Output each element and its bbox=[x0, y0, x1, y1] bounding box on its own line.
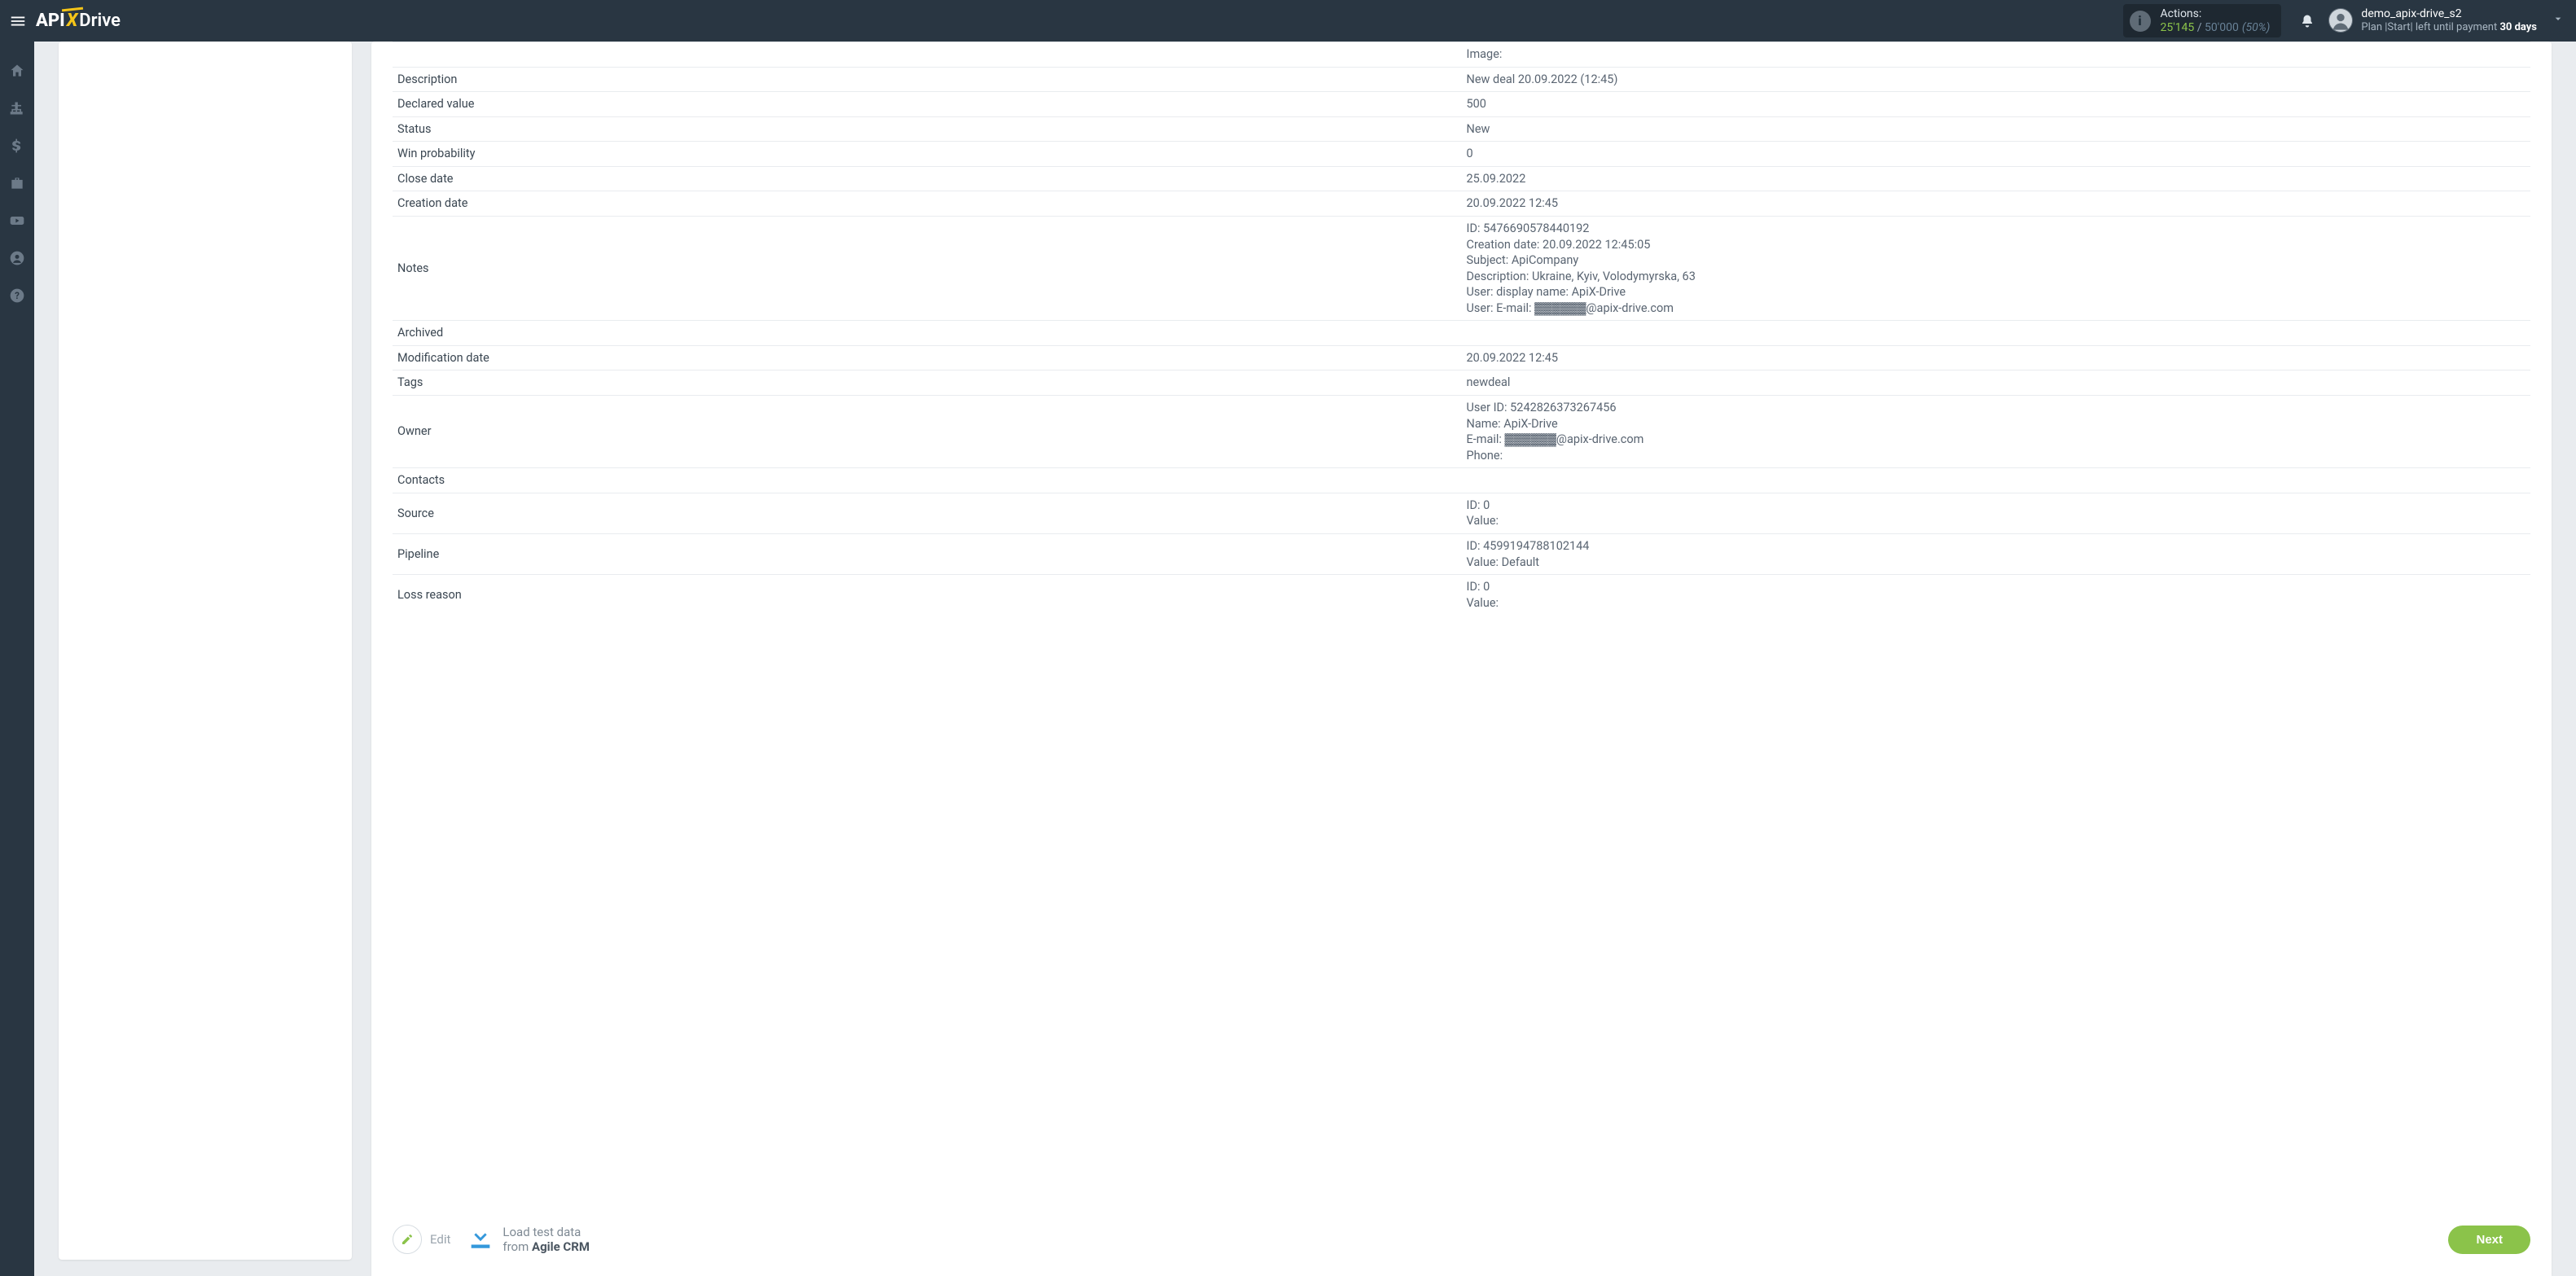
table-row: Image: bbox=[393, 42, 2530, 68]
svg-text:?: ? bbox=[15, 290, 20, 301]
row-key: Declared value bbox=[393, 92, 1462, 117]
main-panel: Image:DescriptionNew deal 20.09.2022 (12… bbox=[371, 42, 2552, 1276]
row-key: Status bbox=[393, 116, 1462, 142]
row-key: Close date bbox=[393, 166, 1462, 191]
logo-api: API bbox=[36, 11, 65, 31]
row-value: newdeal bbox=[1462, 371, 2531, 396]
row-key bbox=[393, 42, 1462, 68]
next-button[interactable]: Next bbox=[2448, 1226, 2530, 1254]
table-row: Tagsnewdeal bbox=[393, 371, 2530, 396]
actions-numbers: 25'145 / 50'000(50%) bbox=[2161, 21, 2271, 35]
logo-drive: Drive bbox=[79, 11, 121, 31]
row-value: New deal 20.09.2022 (12:45) bbox=[1462, 67, 2531, 92]
page-body: Image:DescriptionNew deal 20.09.2022 (12… bbox=[34, 42, 2576, 1276]
user-icon bbox=[2329, 9, 2352, 32]
notifications-button[interactable] bbox=[2293, 7, 2322, 36]
avatar bbox=[2328, 8, 2353, 33]
hamburger-icon bbox=[9, 12, 27, 30]
row-key: Modification date bbox=[393, 345, 1462, 371]
briefcase-icon bbox=[9, 175, 25, 191]
youtube-icon bbox=[9, 213, 25, 229]
row-value: 25.09.2022 bbox=[1462, 166, 2531, 191]
logo-x: X bbox=[67, 11, 78, 31]
nav-connections[interactable] bbox=[7, 99, 27, 118]
load-test-line2: from Agile CRM bbox=[502, 1239, 590, 1254]
table-row: Modification date20.09.2022 12:45 bbox=[393, 345, 2530, 371]
table-row: Close date25.09.2022 bbox=[393, 166, 2530, 191]
nav-video[interactable] bbox=[7, 211, 27, 230]
table-row: StatusNew bbox=[393, 116, 2530, 142]
table-row: PipelineID: 4599194788102144 Value: Defa… bbox=[393, 533, 2530, 574]
row-key: Loss reason bbox=[393, 575, 1462, 616]
nav-account[interactable] bbox=[7, 248, 27, 268]
row-key: Creation date bbox=[393, 191, 1462, 217]
row-value: ID: 0 Value: bbox=[1462, 575, 2531, 616]
table-row: Creation date20.09.2022 12:45 bbox=[393, 191, 2530, 217]
actions-counter[interactable]: i Actions: 25'145 / 50'000(50%) bbox=[2123, 4, 2282, 38]
row-value: User ID: 5242826373267456 Name: ApiX-Dri… bbox=[1462, 396, 2531, 468]
panel-footer: Edit Load test data from Agile CRM Next bbox=[393, 1209, 2530, 1255]
row-value: 20.09.2022 12:45 bbox=[1462, 191, 2531, 217]
row-value bbox=[1462, 321, 2531, 346]
pencil-icon bbox=[401, 1233, 414, 1246]
row-value: 500 bbox=[1462, 92, 2531, 117]
row-key: Notes bbox=[393, 216, 1462, 320]
dollar-icon bbox=[9, 138, 25, 154]
table-row: DescriptionNew deal 20.09.2022 (12:45) bbox=[393, 67, 2530, 92]
user-plan: Plan |Start| left until payment 30 days bbox=[2361, 21, 2537, 34]
top-header: APIXDrive i Actions: 25'145 / 50'000(50%… bbox=[0, 0, 2576, 42]
row-value: Image: bbox=[1462, 42, 2531, 68]
bell-icon bbox=[2300, 14, 2315, 29]
user-circle-icon bbox=[9, 250, 25, 266]
row-key: Description bbox=[393, 67, 1462, 92]
data-table: Image:DescriptionNew deal 20.09.2022 (12… bbox=[393, 42, 2530, 615]
edit-label: Edit bbox=[430, 1232, 450, 1247]
table-row: Contacts bbox=[393, 468, 2530, 493]
row-value: ID: 4599194788102144 Value: Default bbox=[1462, 533, 2531, 574]
row-key: Owner bbox=[393, 396, 1462, 468]
load-test-line1: Load test data bbox=[502, 1225, 590, 1239]
table-row: SourceID: 0 Value: bbox=[393, 493, 2530, 533]
user-menu[interactable]: demo_apix-drive_s2 Plan |Start| left unt… bbox=[2328, 7, 2569, 33]
left-steps-panel bbox=[59, 42, 352, 1260]
row-value: New bbox=[1462, 116, 2531, 142]
row-key: Tags bbox=[393, 371, 1462, 396]
chevron-down-icon bbox=[2552, 12, 2565, 29]
home-icon bbox=[9, 63, 25, 79]
row-key: Source bbox=[393, 493, 1462, 533]
table-row: Loss reasonID: 0 Value: bbox=[393, 575, 2530, 616]
table-row: Archived bbox=[393, 321, 2530, 346]
table-row: OwnerUser ID: 5242826373267456 Name: Api… bbox=[393, 396, 2530, 468]
data-table-scroll[interactable]: Image:DescriptionNew deal 20.09.2022 (12… bbox=[393, 42, 2530, 1209]
edit-button[interactable]: Edit bbox=[393, 1225, 450, 1254]
info-icon: i bbox=[2130, 11, 2151, 32]
row-value: ID: 0 Value: bbox=[1462, 493, 2531, 533]
sitemap-icon bbox=[9, 100, 25, 116]
download-icon bbox=[467, 1224, 494, 1252]
row-key: Win probability bbox=[393, 142, 1462, 167]
nav-home[interactable] bbox=[7, 61, 27, 81]
row-value: 20.09.2022 12:45 bbox=[1462, 345, 2531, 371]
load-test-data-button[interactable]: Load test data from Agile CRM bbox=[467, 1224, 590, 1255]
user-name: demo_apix-drive_s2 bbox=[2361, 7, 2537, 21]
row-key: Pipeline bbox=[393, 533, 1462, 574]
help-icon: ? bbox=[9, 287, 25, 304]
actions-label: Actions: bbox=[2161, 7, 2271, 21]
table-row: NotesID: 5476690578440192 Creation date:… bbox=[393, 216, 2530, 320]
nav-billing[interactable] bbox=[7, 136, 27, 156]
menu-button[interactable] bbox=[7, 10, 29, 33]
left-rail: ? bbox=[0, 42, 34, 1276]
row-key: Archived bbox=[393, 321, 1462, 346]
logo[interactable]: APIXDrive bbox=[36, 11, 121, 31]
row-value bbox=[1462, 468, 2531, 493]
row-value: ID: 5476690578440192 Creation date: 20.0… bbox=[1462, 216, 2531, 320]
nav-marketplace[interactable] bbox=[7, 173, 27, 193]
table-row: Declared value500 bbox=[393, 92, 2530, 117]
row-value: 0 bbox=[1462, 142, 2531, 167]
row-key: Contacts bbox=[393, 468, 1462, 493]
nav-help[interactable]: ? bbox=[7, 286, 27, 305]
table-row: Win probability0 bbox=[393, 142, 2530, 167]
